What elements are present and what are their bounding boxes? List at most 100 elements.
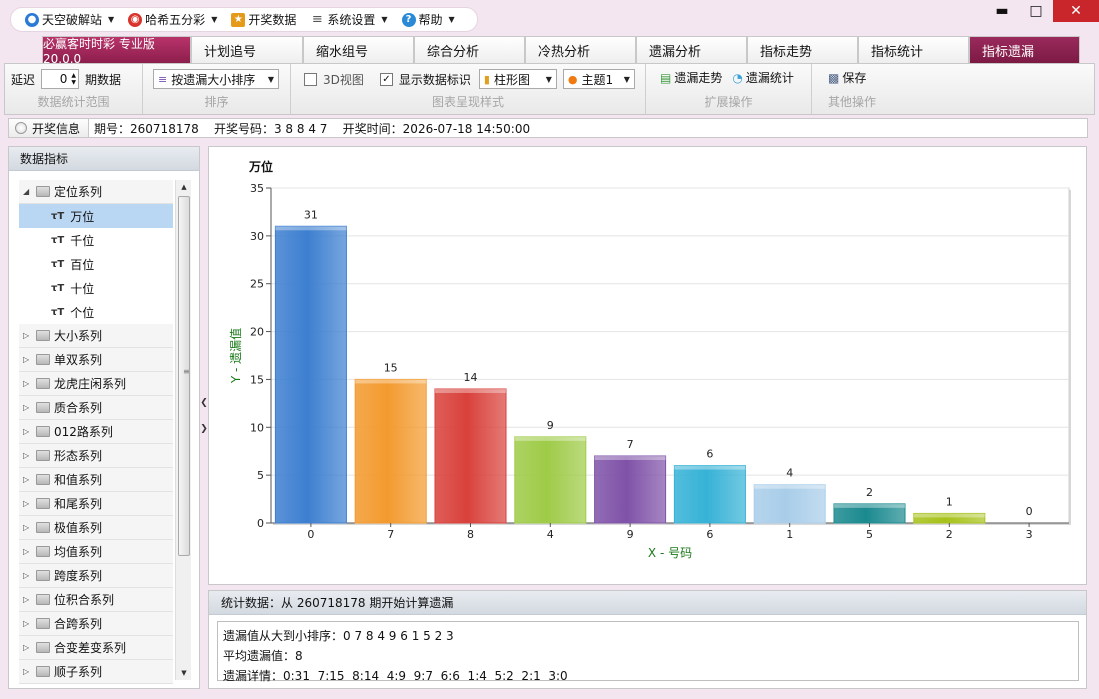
tab-plan-label: 计划追号 [204,44,257,60]
minimize-button[interactable]: ▬ [985,0,1019,22]
menu-help[interactable]: ? 帮助 ▼ [398,11,461,28]
expand-icon[interactable]: ▷ [23,331,32,340]
omission-trend-label: 遗漏走势 [674,71,723,85]
menu-draw-data[interactable]: ★ 开奖数据 [227,11,302,28]
delay-row: 延迟 0 ▲ ▼ 期数据 [11,69,121,89]
delay-value: 0 [59,72,68,86]
tree-group[interactable]: ▷ 跨度系列 [19,564,173,588]
expand-icon[interactable]: ▷ [23,523,32,532]
ribbon-group-sort: ≡ 按遗漏大小排序 ▼ 排序 [143,64,291,114]
tab-indicator-stats[interactable]: 指标统计 [858,36,969,63]
stepper-arrows-icon[interactable]: ▲ ▼ [71,72,76,86]
expand-icon[interactable]: ▷ [23,403,32,412]
tree-group[interactable]: ▷ 位积合系列 [19,588,173,612]
expand-icon[interactable]: ▷ [23,475,32,484]
tree-group[interactable]: ▷ 质合系列 [19,396,173,420]
tree-group-position[interactable]: ◢ 定位系列 [19,180,173,204]
tree-group[interactable]: ▷ 和尾系列 [19,492,173,516]
x-tick-label: 2 [946,528,953,541]
tab-brand[interactable]: 必赢客时时彩 专业版 20.0.0 [42,36,191,66]
chevron-right-icon[interactable]: ❯ [200,424,208,434]
tab-shrink[interactable]: 缩水组号 [303,36,414,63]
tree-group[interactable]: ▷ 和值系列 [19,468,173,492]
tree-group[interactable]: ▷ 合跨系列 [19,612,173,636]
expand-icon[interactable]: ▷ [23,571,32,580]
delay-label: 延迟 [11,72,36,87]
sort-select[interactable]: ≡ 按遗漏大小排序 ▼ [153,69,279,89]
tree-group[interactable]: ▷ 012路系列 [19,420,173,444]
expand-icon[interactable]: ▷ [23,451,32,460]
tab-shrink-label: 缩水组号 [316,44,369,60]
tab-hot-cold[interactable]: 冷热分析 [525,36,636,63]
omission-stats-button[interactable]: ◔ 遗漏统计 [732,69,794,86]
tab-plan[interactable]: 计划追号 [191,36,303,63]
menu-site[interactable]: ● 天空破解站 ▼ [21,11,120,28]
folder-icon [36,642,50,653]
draw-info-button[interactable]: 开奖信息 [9,119,90,137]
expand-icon[interactable]: ▷ [23,427,32,436]
tree-leaf-shi[interactable]: τT 十位 [19,276,173,300]
panel-splitter[interactable]: ❮ ❯ [200,386,208,446]
view3d-checkbox[interactable] [304,72,317,86]
expand-icon[interactable]: ▷ [23,619,32,628]
menu-lottery[interactable]: ◉ 哈希五分彩 ▼ [124,11,223,28]
delay-stepper[interactable]: 0 ▲ ▼ [41,69,80,89]
other-row: ▩ 保存 [828,69,866,86]
save-button[interactable]: ▩ 保存 [828,69,866,86]
data-label: 15 [384,361,398,374]
omission-trend-button[interactable]: ▤ 遗漏走势 [660,69,722,86]
tree-group[interactable]: ▷ 顺子系列 [19,660,173,684]
tree-leaf-wan[interactable]: τT 万位 [19,204,173,228]
tab-omission[interactable]: 遗漏分析 [636,36,747,63]
data-label: 6 [706,448,713,461]
theme-select[interactable]: ● 主题1 ▼ [562,69,635,89]
bar-highlight-2 [913,513,985,518]
x-tick-label: 4 [547,528,554,541]
bar-highlight-7 [355,379,427,384]
tree-group[interactable]: ▷ 合变差变系列 [19,636,173,660]
stats-sorted-line: 遗漏值从大到小排序：0 7 8 4 9 6 1 5 2 3 [223,629,454,643]
expand-icon[interactable]: ▷ [23,355,32,364]
tree-scrollbar[interactable]: ▲ ≡ ▼ [175,180,191,680]
chevron-left-icon[interactable]: ❮ [200,398,208,408]
close-button[interactable]: ✕ [1053,0,1099,22]
tree-leaf-qian[interactable]: τT 千位 [19,228,173,252]
y-tick-label: 5 [257,469,264,482]
tree-group[interactable]: ▷ 大小系列 [19,324,173,348]
tree-group[interactable]: ▷ 龙虎庄闲系列 [19,372,173,396]
show-labels-checkbox[interactable]: ✓ [379,72,393,86]
y-tick-label: 10 [250,421,264,434]
tab-indicator-omission[interactable]: 指标遗漏 [969,36,1080,63]
indicator-panel-header: 数据指标 [9,147,199,171]
scroll-thumb[interactable]: ≡ [178,196,190,556]
tree-group[interactable]: ▷ 单双系列 [19,348,173,372]
expand-icon[interactable]: ▷ [23,643,32,652]
chart-type-select[interactable]: ▮ 柱形图 ▼ [478,69,557,89]
expand-icon[interactable]: ▷ [23,667,32,676]
tree-group-label: 形态系列 [54,449,103,463]
collapse-icon[interactable]: ◢ [23,187,32,196]
tab-indicator-trend[interactable]: 指标走势 [747,36,858,63]
tree-leaf-bai[interactable]: τT 百位 [19,252,173,276]
tree-group[interactable]: ▷ 均值系列 [19,540,173,564]
expand-icon[interactable]: ▷ [23,499,32,508]
bar-chart-icon: ▮ [483,72,490,86]
scroll-down-icon[interactable]: ▼ [176,666,192,680]
ribbon-group-style: 3D视图 ✓ 显示数据标识 ▮ 柱形图 ▼ ● 主题1 ▼ 图表呈现样式 [291,64,646,114]
tab-comprehensive[interactable]: 综合分析 [414,36,525,63]
expand-icon[interactable]: ▷ [23,547,32,556]
maximize-button[interactable]: □ [1019,0,1053,22]
tree-group[interactable]: ▷ 极值系列 [19,516,173,540]
y-tick-label: 0 [257,517,264,530]
tab-indicator-stats-label: 指标统计 [871,44,924,60]
tree-group[interactable]: ▷ 形态系列 [19,444,173,468]
bar-4 [514,436,587,524]
tree-group-label: 合跨系列 [54,617,103,631]
expand-icon[interactable]: ▷ [23,379,32,388]
field-icon: τT [51,210,65,222]
info-toggle-icon [15,122,27,134]
expand-icon[interactable]: ▷ [23,595,32,604]
menu-settings[interactable]: ≡ 系统设置 ▼ [306,11,393,28]
tree-leaf-ge[interactable]: τT 个位 [19,300,173,324]
scroll-up-icon[interactable]: ▲ [176,180,192,194]
